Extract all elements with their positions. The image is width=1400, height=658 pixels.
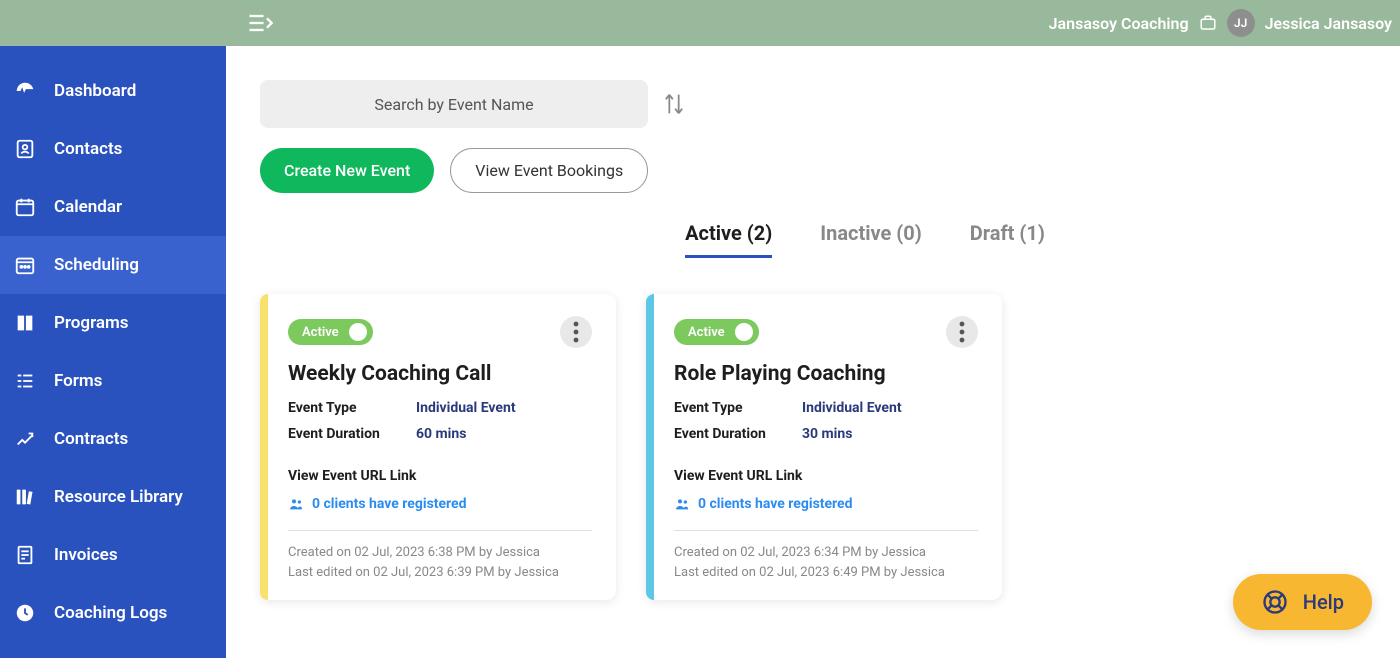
tab-active[interactable]: Active (2) bbox=[685, 221, 772, 258]
event-type-label: Event Type bbox=[674, 400, 802, 416]
contracts-icon bbox=[14, 428, 36, 450]
clients-registered-link[interactable]: 0 clients have registered bbox=[674, 496, 978, 512]
sidebar-item-label: Calendar bbox=[54, 197, 122, 217]
event-type-value: Individual Event bbox=[802, 400, 902, 416]
created-text: Created on 02 Jul, 2023 6:38 PM by Jessi… bbox=[288, 543, 592, 563]
library-icon bbox=[14, 486, 36, 508]
org-name[interactable]: Jansasoy Coaching bbox=[1049, 14, 1189, 33]
topbar: Jansasoy Coaching JJ Jessica Jansasoy bbox=[0, 0, 1400, 46]
sidebar-item-coaching-logs[interactable]: Coaching Logs bbox=[0, 584, 226, 642]
sidebar-item-contracts[interactable]: Contracts bbox=[0, 410, 226, 468]
sidebar: Dashboard Contacts Calendar Scheduling P… bbox=[0, 46, 226, 658]
lifebuoy-icon bbox=[1261, 588, 1289, 616]
calendar-icon bbox=[14, 196, 36, 218]
sidebar-item-dashboard[interactable]: Dashboard bbox=[0, 62, 226, 120]
clients-text: 0 clients have registered bbox=[312, 496, 467, 512]
sidebar-item-contacts[interactable]: Contacts bbox=[0, 120, 226, 178]
briefcase-icon bbox=[1199, 14, 1217, 32]
dashboard-icon bbox=[14, 80, 36, 102]
sidebar-item-scheduling[interactable]: Scheduling bbox=[0, 236, 226, 294]
people-icon bbox=[674, 496, 690, 512]
sidebar-item-label: Forms bbox=[54, 371, 102, 391]
status-toggle[interactable]: Active bbox=[674, 319, 759, 345]
event-duration-label: Event Duration bbox=[674, 426, 802, 442]
event-title: Role Playing Coaching bbox=[674, 362, 978, 386]
clients-text: 0 clients have registered bbox=[698, 496, 853, 512]
tabs: Active (2) Inactive (0) Draft (1) bbox=[260, 221, 1370, 258]
sidebar-item-label: Coaching Logs bbox=[54, 603, 167, 623]
view-url-link[interactable]: View Event URL Link bbox=[674, 468, 978, 484]
tab-draft[interactable]: Draft (1) bbox=[970, 221, 1045, 258]
view-url-link[interactable]: View Event URL Link bbox=[288, 468, 592, 484]
status-toggle[interactable]: Active bbox=[288, 319, 373, 345]
sidebar-item-invoices[interactable]: Invoices bbox=[0, 526, 226, 584]
created-text: Created on 02 Jul, 2023 6:34 PM by Jessi… bbox=[674, 543, 978, 563]
event-duration-value: 30 mins bbox=[802, 426, 852, 442]
status-label: Active bbox=[302, 325, 339, 340]
main-content: Create New Event View Event Bookings Act… bbox=[226, 46, 1400, 658]
scheduling-icon bbox=[14, 254, 36, 276]
avatar[interactable]: JJ bbox=[1227, 9, 1255, 37]
search-input[interactable] bbox=[260, 80, 648, 128]
event-title: Weekly Coaching Call bbox=[288, 362, 592, 386]
sidebar-item-label: Programs bbox=[54, 313, 129, 333]
invoices-icon bbox=[14, 544, 36, 566]
menu-toggle-button[interactable] bbox=[246, 9, 274, 37]
sidebar-item-label: Resource Library bbox=[54, 487, 183, 507]
sidebar-item-resource-library[interactable]: Resource Library bbox=[0, 468, 226, 526]
sidebar-item-label: Scheduling bbox=[54, 255, 139, 275]
sidebar-item-forms[interactable]: Forms bbox=[0, 352, 226, 410]
people-icon bbox=[288, 496, 304, 512]
card-accent bbox=[646, 294, 654, 600]
edited-text: Last edited on 02 Jul, 2023 6:49 PM by J… bbox=[674, 563, 978, 583]
event-duration-label: Event Duration bbox=[288, 426, 416, 442]
card-menu-button[interactable] bbox=[560, 316, 592, 348]
edited-text: Last edited on 02 Jul, 2023 6:39 PM by J… bbox=[288, 563, 592, 583]
programs-icon bbox=[14, 312, 36, 334]
toggle-knob bbox=[349, 323, 367, 341]
help-label: Help bbox=[1303, 590, 1344, 614]
status-label: Active bbox=[688, 325, 725, 340]
sort-button[interactable] bbox=[660, 90, 688, 118]
event-card: Active Role Playing Coaching Event Type … bbox=[646, 294, 1002, 600]
clients-registered-link[interactable]: 0 clients have registered bbox=[288, 496, 592, 512]
event-type-value: Individual Event bbox=[416, 400, 516, 416]
sidebar-item-label: Contracts bbox=[54, 429, 128, 449]
event-duration-value: 60 mins bbox=[416, 426, 466, 442]
create-event-button[interactable]: Create New Event bbox=[260, 148, 434, 193]
clock-icon bbox=[14, 602, 36, 624]
help-button[interactable]: Help bbox=[1233, 574, 1372, 630]
sidebar-item-label: Dashboard bbox=[54, 81, 136, 101]
card-meta: Created on 02 Jul, 2023 6:38 PM by Jessi… bbox=[288, 530, 592, 582]
event-card: Active Weekly Coaching Call Event Type I… bbox=[260, 294, 616, 600]
event-type-label: Event Type bbox=[288, 400, 416, 416]
card-menu-button[interactable] bbox=[946, 316, 978, 348]
sidebar-item-calendar[interactable]: Calendar bbox=[0, 178, 226, 236]
sidebar-item-programs[interactable]: Programs bbox=[0, 294, 226, 352]
forms-icon bbox=[14, 370, 36, 392]
card-meta: Created on 02 Jul, 2023 6:34 PM by Jessi… bbox=[674, 530, 978, 582]
sidebar-item-label: Invoices bbox=[54, 545, 118, 565]
contacts-icon bbox=[14, 138, 36, 160]
sidebar-item-label: Contacts bbox=[54, 139, 122, 159]
card-accent bbox=[260, 294, 268, 600]
view-bookings-button[interactable]: View Event Bookings bbox=[450, 148, 648, 193]
toggle-knob bbox=[735, 323, 753, 341]
user-name[interactable]: Jessica Jansasoy bbox=[1265, 14, 1392, 33]
tab-inactive[interactable]: Inactive (0) bbox=[820, 221, 922, 258]
